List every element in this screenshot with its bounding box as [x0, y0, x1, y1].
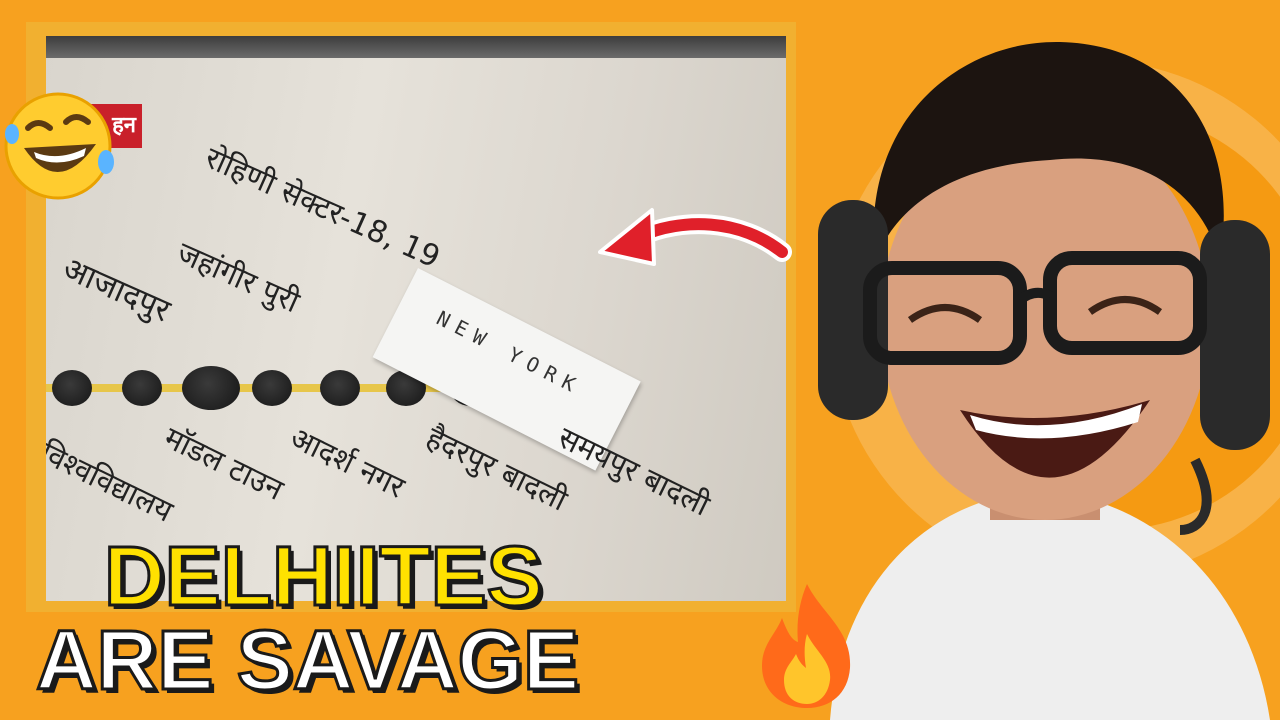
station-label: आदर्श नगर	[284, 420, 410, 506]
caption-line-2: ARE SAVAGE	[35, 612, 581, 709]
sticky-note-text: NEW YORK	[432, 305, 587, 400]
station-label: आजादपुर	[57, 248, 177, 330]
station-dot	[252, 370, 292, 406]
person-laughing-with-headset	[818, 41, 1270, 720]
red-arrow-icon	[598, 208, 792, 266]
rolling-on-floor-laughing-emoji	[4, 92, 114, 200]
station-dot	[52, 370, 92, 406]
station-label: जहांगीर पुरी	[171, 235, 305, 321]
fire-emoji	[762, 584, 851, 708]
station-dot	[182, 366, 240, 410]
station-label: समयपुर बादली	[552, 420, 715, 524]
caption-line-1: DELHIITES	[103, 528, 545, 625]
metro-sign-photo: हन रोहिणी सेक्टर-18, 19 जहांगीर पुरी आजा…	[46, 36, 786, 601]
station-dot	[122, 370, 162, 406]
sign-top-edge	[46, 36, 786, 58]
station-dot	[320, 370, 360, 406]
